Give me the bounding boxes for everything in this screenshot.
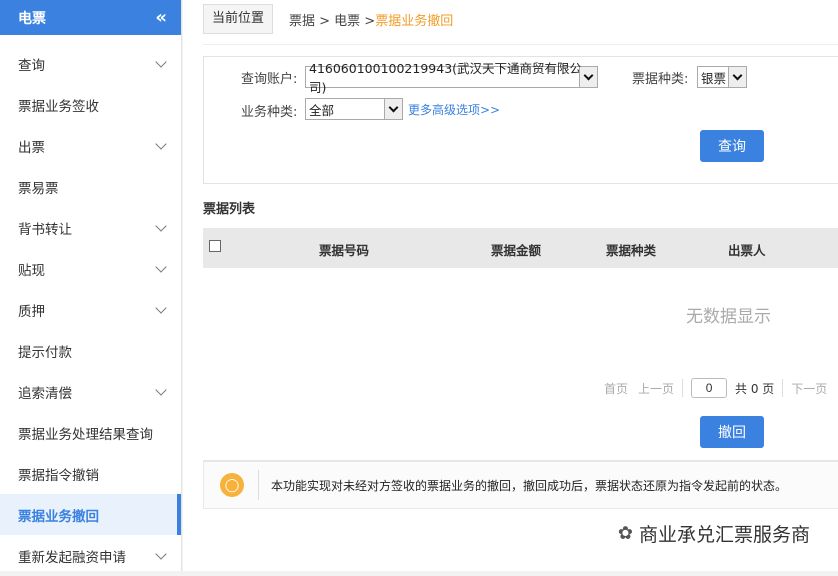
biz-value: 全部 bbox=[309, 102, 335, 118]
total-pages: 共 0 页 bbox=[735, 381, 775, 396]
chevron-down-icon bbox=[155, 55, 167, 68]
sidebar-item[interactable]: 贴现 bbox=[0, 248, 181, 289]
wechat-icon: ✿ bbox=[617, 523, 633, 544]
sidebar-item-label: 票易票 bbox=[18, 180, 59, 197]
collapse-icon[interactable]: « bbox=[155, 7, 167, 28]
watermark-text: 商业承兑汇票服务商 bbox=[638, 524, 810, 546]
sidebar-item[interactable]: 背书转让 bbox=[0, 207, 181, 248]
sidebar-item[interactable]: 重新发起融资申请 bbox=[0, 535, 181, 576]
chevron-down-icon bbox=[384, 99, 402, 119]
sidebar-item-label: 票据业务签收 bbox=[18, 98, 99, 115]
tip-box: ◯ 本功能实现对未经对方签收的票据业务的撤回，撤回成功后，票据状态还原为指令发起… bbox=[203, 461, 838, 509]
empty-message: 无数据显示 bbox=[686, 307, 771, 327]
type-select[interactable]: 银票 bbox=[697, 66, 747, 88]
sidebar-item-label: 重新发起融资申请 bbox=[18, 549, 126, 566]
sidebar-item[interactable]: 追索清偿 bbox=[0, 371, 181, 412]
sidebar: 电票 « 查询票据业务签收 出票票易票背书转让贴现质押提示付款追索清偿票据业务处理… bbox=[0, 0, 182, 571]
chevron-down-icon bbox=[155, 137, 167, 150]
account-value: 416060100100219943(武汉天下通商贸有限公司) bbox=[309, 61, 583, 95]
col-type: 票据种类 bbox=[606, 243, 657, 258]
sidebar-item-label: 贴现 bbox=[18, 262, 45, 279]
tip-text: 本功能实现对未经对方签收的票据业务的撤回，撤回成功后，票据状态还原为指令发起前的… bbox=[271, 478, 788, 493]
sidebar-item-label: 票据业务处理结果查询 bbox=[18, 426, 153, 443]
breadcrumb: 当前位置 票据 > 电票 > 票据业务撤回 bbox=[203, 4, 453, 34]
sidebar-item[interactable]: 票易票 bbox=[0, 166, 181, 207]
first-page[interactable]: 首页 bbox=[604, 380, 628, 397]
select-all-checkbox[interactable] bbox=[209, 240, 221, 252]
chevron-down-icon bbox=[155, 547, 167, 560]
sidebar-item-label: 背书转让 bbox=[18, 221, 72, 238]
lightbulb-icon: ◯ bbox=[220, 473, 244, 497]
col-drawer: 出票人 bbox=[728, 243, 766, 258]
page-input[interactable] bbox=[691, 378, 728, 398]
sidebar-item-label: 追索清偿 bbox=[18, 385, 72, 402]
type-label: 票据种类: bbox=[632, 72, 689, 87]
chevron-down-icon bbox=[155, 260, 167, 273]
sidebar-item[interactable]: 票据业务撤回 bbox=[0, 494, 181, 535]
breadcrumb-current: 票据业务撤回 bbox=[375, 13, 454, 29]
chevron-down-icon bbox=[728, 67, 746, 87]
sidebar-item[interactable]: 票据业务签收 bbox=[0, 84, 181, 125]
search-button[interactable]: 查询 bbox=[700, 130, 764, 162]
sidebar-item-label: 质押 bbox=[18, 303, 45, 320]
sidebar-item-label: 票据业务撤回 bbox=[18, 508, 99, 525]
chevron-down-icon bbox=[155, 219, 167, 232]
sidebar-item-label: 提示付款 bbox=[18, 344, 72, 361]
sidebar-item[interactable]: 票据指令撤销 bbox=[0, 453, 181, 494]
biz-label: 业务种类: bbox=[241, 105, 298, 120]
account-label: 查询账户: bbox=[241, 72, 298, 87]
chevron-down-icon bbox=[579, 67, 597, 87]
next-page[interactable]: 下一页 bbox=[791, 380, 827, 397]
sidebar-item[interactable]: 查询 bbox=[0, 43, 181, 84]
withdraw-button[interactable]: 撤回 bbox=[700, 416, 764, 448]
sidebar-item[interactable]: 出票 bbox=[0, 125, 181, 166]
table-header: 票据号码 票据金额 票据种类 出票人 bbox=[203, 228, 838, 268]
account-select[interactable]: 416060100100219943(武汉天下通商贸有限公司) bbox=[305, 61, 598, 95]
chevron-down-icon bbox=[155, 383, 167, 396]
query-panel: 查询账户: 416060100100219943(武汉天下通商贸有限公司) 票据… bbox=[203, 56, 838, 184]
main-content: 当前位置 票据 > 电票 > 票据业务撤回 查询账户: 416060100100… bbox=[183, 0, 838, 571]
sidebar-item-label: 出票 bbox=[18, 139, 45, 156]
breadcrumb-label: 当前位置 bbox=[203, 4, 274, 34]
watermark: ✿ 商业承兑汇票服务商 bbox=[618, 520, 810, 547]
chevron-down-icon bbox=[155, 301, 167, 314]
sidebar-title: 电票 bbox=[18, 10, 46, 27]
sidebar-item-label: 查询 bbox=[18, 57, 45, 74]
sidebar-header: 电票 « bbox=[0, 0, 181, 35]
sidebar-item-label: 票据指令撤销 bbox=[18, 467, 99, 484]
prev-page[interactable]: 上一页 bbox=[638, 380, 674, 397]
sidebar-item[interactable]: 提示付款 bbox=[0, 330, 181, 371]
pagination: 首页 上一页 共 0 页 下一页 末页 bbox=[604, 378, 838, 398]
more-options-link[interactable]: 更多高级选项>> bbox=[408, 101, 500, 118]
list-title: 票据列表 bbox=[203, 202, 256, 217]
col-amount: 票据金额 bbox=[491, 243, 542, 258]
breadcrumb-path: 票据 > 电票 > bbox=[289, 13, 376, 29]
col-number: 票据号码 bbox=[319, 243, 370, 258]
type-value: 银票 bbox=[701, 70, 727, 86]
sidebar-item[interactable]: 票据业务处理结果查询 bbox=[0, 412, 181, 453]
biz-select[interactable]: 全部 bbox=[305, 98, 403, 120]
sidebar-item[interactable]: 质押 bbox=[0, 289, 181, 330]
